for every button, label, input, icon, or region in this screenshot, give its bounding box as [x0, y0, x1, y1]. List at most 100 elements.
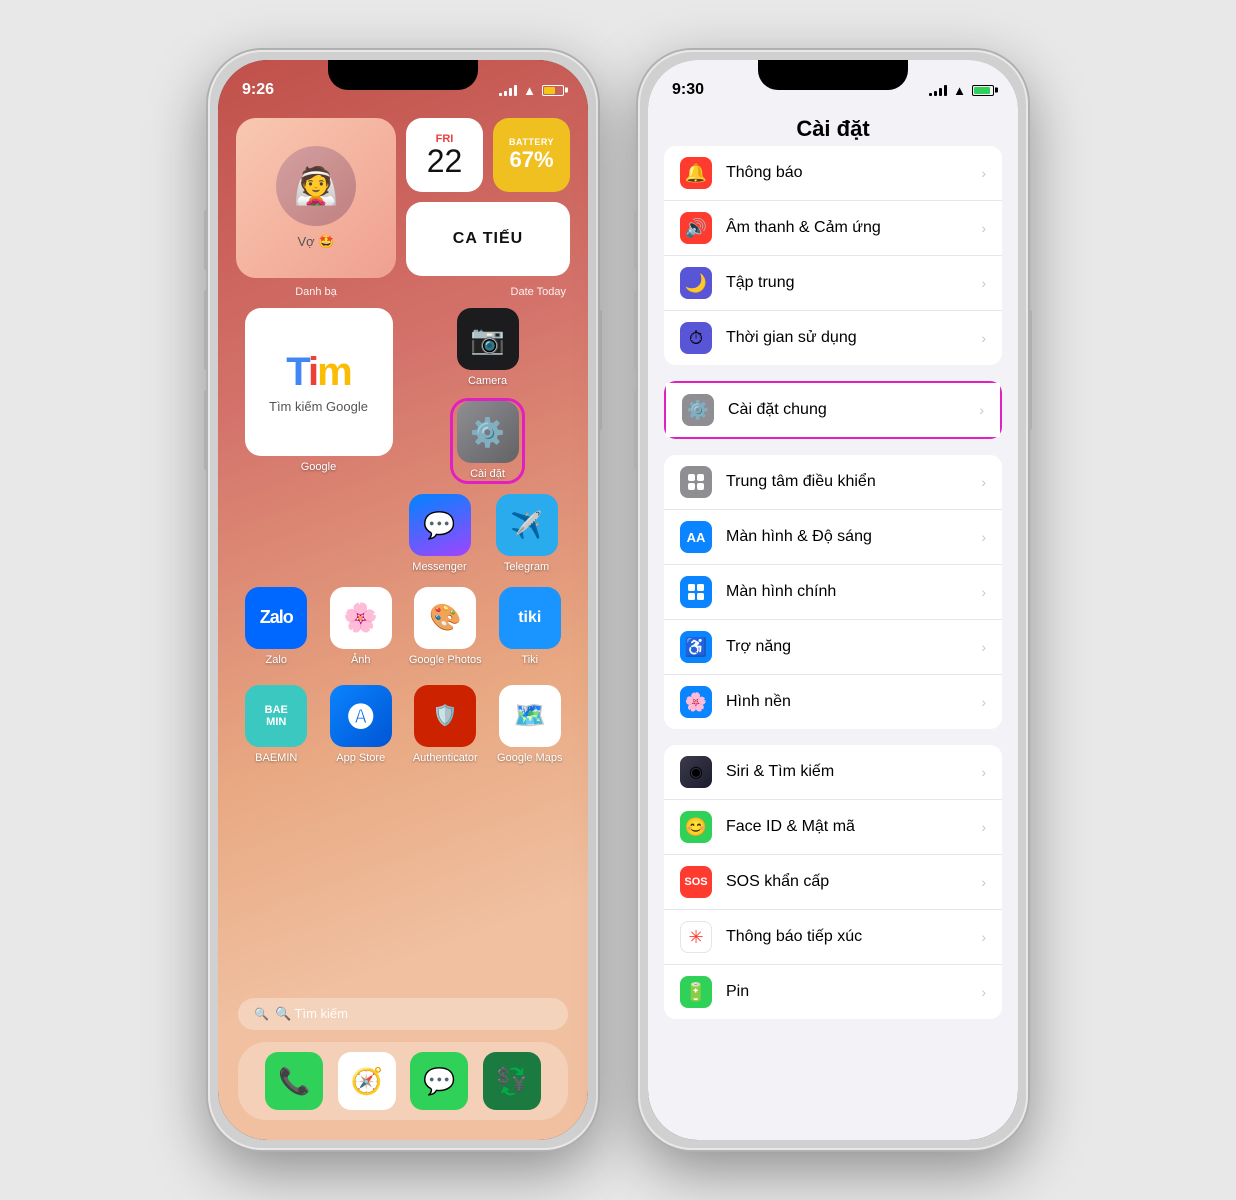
battery-widget[interactable]: BATTERY 67% [493, 118, 570, 192]
settings-row-homescreen[interactable]: Màn hình chính › [664, 565, 1002, 620]
volume-up-button[interactable] [204, 290, 208, 370]
homescreen-svg [687, 583, 705, 601]
app-row-4: BAE MIN BAEMIN 🅐 App Store 🛡️ Authentica… [218, 679, 588, 771]
display-icon-glyph: AA [687, 530, 706, 545]
accessibility-chevron: › [981, 639, 986, 655]
dock-safari[interactable]: 🧭 [338, 1052, 396, 1110]
dock-messages[interactable]: 💬 [410, 1052, 468, 1110]
maps-icon: 🗺️ [499, 685, 561, 747]
settings-row-exposure[interactable]: ✳ Thông báo tiếp xúc › [664, 910, 1002, 965]
dock: 🔍 🔍 Tìm kiếm 📞 🧭 💬 💱 [238, 998, 568, 1120]
settings-row-wallpaper[interactable]: 🌸 Hình nền › [664, 675, 1002, 729]
settings-row-general[interactable]: ⚙️ Cài đặt chung › [666, 383, 1000, 437]
appstore-icon: 🅐 [330, 685, 392, 747]
contact-widget[interactable]: 👰 Vợ 🤩 [236, 118, 396, 278]
sos-label: SOS khẩn cấp [726, 873, 981, 891]
screentime-icon-glyph: ⏱ [689, 328, 703, 349]
date-widget[interactable]: FRI 22 [406, 118, 483, 192]
faceid-chevron: › [981, 819, 986, 835]
catieu-widget[interactable]: CA TIẾU [406, 202, 570, 276]
app-col-right: 📷 Camera ⚙️ Cài đặt [450, 308, 525, 484]
contact-name: Vợ 🤩 [298, 234, 335, 250]
app-item-google[interactable]: Tim Tìm kiếm Google Google [281, 308, 356, 474]
sound-icon: 🔊 [680, 212, 712, 244]
settings-row-controlcenter[interactable]: Trung tâm điều khiển › [664, 455, 1002, 510]
settings-row-sos[interactable]: SOS SOS khẩn cấp › [664, 855, 1002, 910]
app-item-tiki[interactable]: tiki Tiki [492, 587, 567, 667]
sos-chevron: › [981, 874, 986, 890]
homescreen-icon [680, 576, 712, 608]
app-item-baemin[interactable]: BAE MIN BAEMIN [239, 685, 314, 765]
app-item-settings[interactable]: ⚙️ Cài đặt [450, 398, 525, 484]
power-button-right[interactable] [1028, 310, 1032, 430]
settings-section-1: 🔔 Thông báo › 🔊 Âm thanh & Cảm ứng › [664, 146, 1002, 365]
controlcenter-icon [680, 466, 712, 498]
authenticator-icon: 🛡️ [414, 685, 476, 747]
baemin-icon: BAE MIN [245, 685, 307, 747]
silent-switch[interactable] [204, 210, 208, 270]
settings-row-screentime[interactable]: ⏱ Thời gian sử dụng › [664, 311, 1002, 365]
app-row-3: Zalo Zalo 🌸 Ảnh 🎨 Google Photos [218, 581, 588, 673]
status-time: 9:26 [242, 81, 274, 99]
settings-scroll-area[interactable]: 🔔 Thông báo › 🔊 Âm thanh & Cảm ứng › [648, 146, 1018, 1136]
app-item-messenger[interactable]: 💬 Messenger [402, 494, 477, 574]
app-item-zalo[interactable]: Zalo Zalo [239, 587, 314, 667]
silent-switch-right[interactable] [634, 210, 638, 270]
settings-row-siri[interactable]: ◉ Siri & Tìm kiếm › [664, 745, 1002, 800]
settings-row-battery[interactable]: 🔋 Pin › [664, 965, 1002, 1019]
settings-row-notifications[interactable]: 🔔 Thông báo › [664, 146, 1002, 201]
app-item-telegram[interactable]: ✈️ Telegram [489, 494, 564, 574]
status-icons: ▲ [499, 83, 564, 98]
s-sig-4 [944, 85, 947, 96]
app-item-camera[interactable]: 📷 Camera [450, 308, 525, 388]
google-app-name: Google [301, 461, 336, 474]
search-bar[interactable]: 🔍 🔍 Tìm kiếm [238, 998, 568, 1030]
faceid-label: Face ID & Mật mã [726, 818, 981, 836]
focus-label: Tập trung [726, 274, 981, 292]
s-sig-1 [929, 93, 932, 96]
battery-pct: 67% [509, 147, 553, 173]
settings-row-sound[interactable]: 🔊 Âm thanh & Cảm ứng › [664, 201, 1002, 256]
sos-icon-glyph: SOS [684, 876, 707, 888]
siri-label: Siri & Tìm kiếm [726, 763, 981, 781]
volume-down-button[interactable] [204, 390, 208, 470]
battery-settings-chevron: › [981, 984, 986, 1000]
focus-chevron: › [981, 275, 986, 291]
telegram-name: Telegram [504, 561, 549, 574]
dock-phone[interactable]: 📞 [265, 1052, 323, 1110]
settings-row-display[interactable]: AA Màn hình & Độ sáng › [664, 510, 1002, 565]
app-item-maps[interactable]: 🗺️ Google Maps [492, 685, 567, 765]
volume-up-button-right[interactable] [634, 290, 638, 370]
camera-name: Camera [468, 375, 507, 388]
notifications-icon-glyph: 🔔 [685, 163, 707, 184]
notifications-icon: 🔔 [680, 157, 712, 189]
settings-row-focus[interactable]: 🌙 Tập trung › [664, 256, 1002, 311]
power-button[interactable] [598, 310, 602, 430]
app-item-photos[interactable]: 🌸 Ảnh [323, 587, 398, 667]
settings-row-accessibility[interactable]: ♿ Trợ năng › [664, 620, 1002, 675]
controlcenter-svg [687, 473, 705, 491]
settings-title: Cài đặt [668, 116, 998, 142]
volume-down-button-right[interactable] [634, 390, 638, 470]
accessibility-icon-glyph: ♿ [685, 637, 707, 658]
app-item-googlephotos[interactable]: 🎨 Google Photos [408, 587, 483, 667]
signal-bar-3 [509, 88, 512, 96]
notch-right [758, 60, 908, 90]
date-num: 22 [427, 145, 463, 177]
phone-screen-left: 9:26 ▲ [218, 60, 588, 1140]
exposure-icon-glyph: ✳ [688, 927, 703, 948]
app-item-appstore[interactable]: 🅐 App Store [323, 685, 398, 765]
wallpaper-icon-glyph: 🌸 [685, 692, 707, 713]
settings-row-faceid[interactable]: 😊 Face ID & Mật mã › [664, 800, 1002, 855]
photos-icon: 🌸 [330, 587, 392, 649]
display-icon: AA [680, 521, 712, 553]
sound-chevron: › [981, 220, 986, 236]
widget-top-row: FRI 22 BATTERY 67% [406, 118, 570, 192]
google-logo: Tim [286, 350, 350, 395]
dock-app4[interactable]: 💱 [483, 1052, 541, 1110]
homescreen-chevron: › [981, 584, 986, 600]
settings-wifi-icon: ▲ [953, 83, 966, 98]
app-item-authenticator[interactable]: 🛡️ Authenticator [408, 685, 483, 765]
accessibility-label: Trợ năng [726, 638, 981, 656]
s-sig-2 [934, 91, 937, 96]
